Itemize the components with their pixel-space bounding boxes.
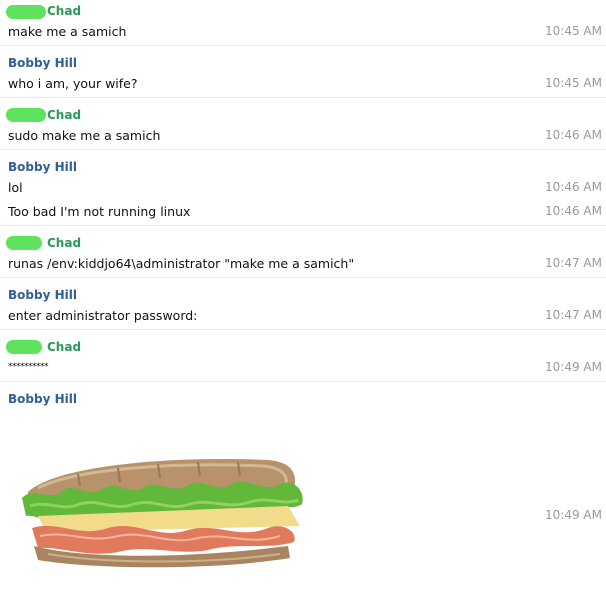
- message-text: enter administrator password:: [8, 308, 198, 323]
- message-divider: [0, 381, 606, 382]
- message-timestamp: 10:47 AM: [545, 256, 602, 270]
- redaction-mark: [6, 340, 42, 354]
- sender-name: Chad: [47, 236, 82, 250]
- redaction-mark: [6, 236, 42, 250]
- redaction-mark: [6, 5, 46, 19]
- message-timestamp: 10:46 AM: [545, 128, 602, 142]
- sender-name: Chad: [47, 108, 82, 122]
- message-divider: [0, 329, 606, 330]
- sender-name: Bobby Hill: [8, 392, 77, 406]
- message-divider: [0, 149, 606, 150]
- message-timestamp: 10:49 AM: [545, 508, 602, 522]
- message-text: runas /env:kiddjo64\administrator "make …: [8, 256, 355, 271]
- sender-name: Chad: [47, 340, 82, 354]
- message-timestamp: 10:45 AM: [545, 24, 602, 38]
- message-text: make me a samich: [8, 24, 127, 39]
- sandwich-icon: [22, 459, 303, 568]
- message-timestamp: 10:46 AM: [545, 204, 602, 218]
- message-timestamp: 10:45 AM: [545, 76, 602, 90]
- message-divider: [0, 45, 606, 46]
- message-text: sudo make me a samich: [8, 128, 161, 143]
- message-text: **********: [8, 362, 49, 372]
- message-timestamp: 10:46 AM: [545, 180, 602, 194]
- message-text: who i am, your wife?: [8, 76, 138, 91]
- sender-name: Chad: [47, 4, 82, 18]
- sender-name: Bobby Hill: [8, 288, 77, 302]
- redaction-mark: [6, 108, 46, 122]
- sender-name: Bobby Hill: [8, 56, 77, 70]
- sandwich-image[interactable]: [18, 454, 308, 572]
- sender-name: Bobby Hill: [8, 160, 77, 174]
- message-divider: [0, 277, 606, 278]
- message-divider: [0, 97, 606, 98]
- message-timestamp: 10:49 AM: [545, 360, 602, 374]
- message-text: Too bad I'm not running linux: [8, 204, 191, 219]
- message-text: lol: [8, 180, 23, 195]
- message-timestamp: 10:47 AM: [545, 308, 602, 322]
- message-divider: [0, 225, 606, 226]
